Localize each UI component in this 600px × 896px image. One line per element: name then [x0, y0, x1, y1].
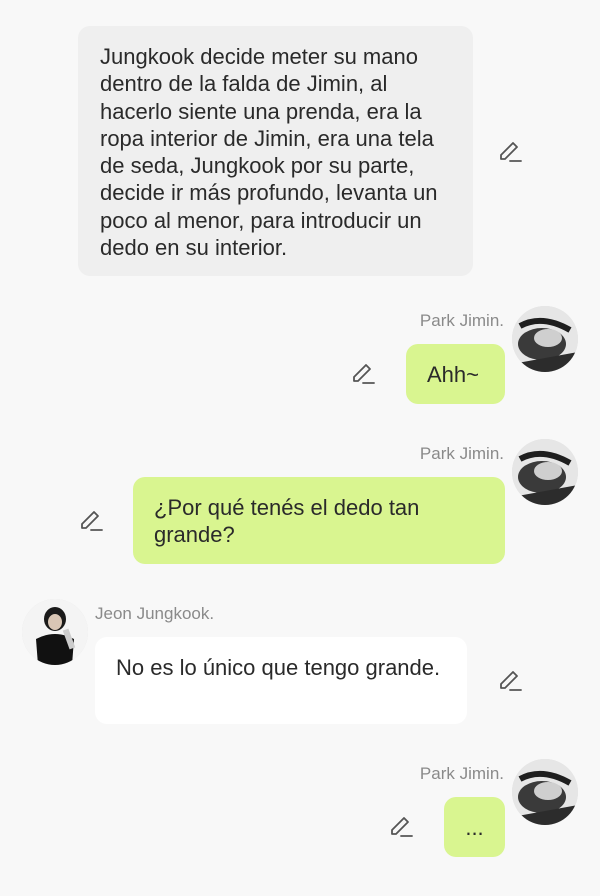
sender-name: Park Jimin.	[419, 764, 504, 783]
edit-icon[interactable]	[497, 139, 523, 165]
message-bubble: ...	[444, 797, 505, 857]
avatar-jeon-jungkook[interactable]	[22, 599, 88, 665]
message-bubble: ¿Por qué tenés el dedo tan grande?	[133, 477, 505, 564]
edit-icon[interactable]	[78, 508, 104, 534]
avatar-park-jimin[interactable]	[512, 759, 578, 825]
sender-name: Park Jimin.	[419, 311, 504, 330]
avatar-park-jimin[interactable]	[512, 439, 578, 505]
sender-name: Park Jimin.	[419, 444, 504, 463]
edit-icon[interactable]	[350, 361, 376, 387]
message-bubble: Ahh~	[406, 344, 505, 404]
avatar-park-jimin[interactable]	[512, 306, 578, 372]
sender-name: Jeon Jungkook.	[95, 604, 215, 623]
edit-icon[interactable]	[497, 668, 523, 694]
edit-icon[interactable]	[388, 814, 414, 840]
narration-bubble: Jungkook decide meter su mano dentro de …	[78, 26, 473, 276]
message-bubble: No es lo único que tengo grande.	[95, 637, 467, 724]
